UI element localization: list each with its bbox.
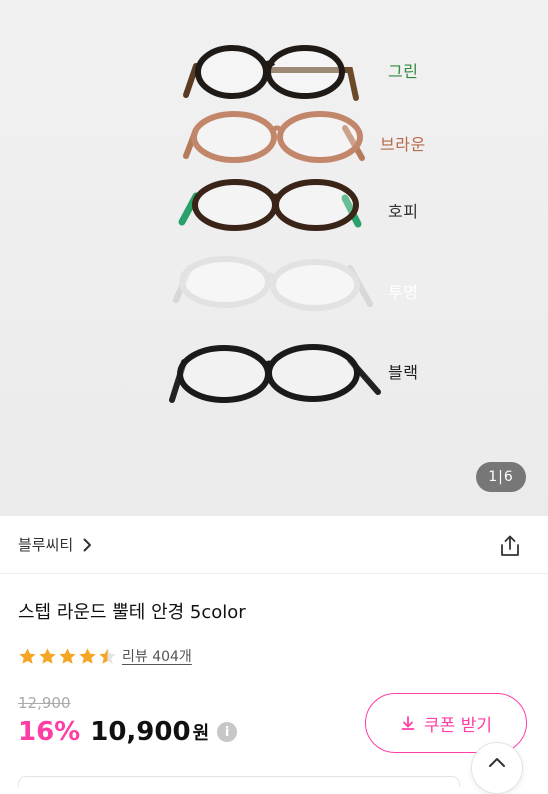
rating-row: 리뷰 404개 [18,646,192,666]
color-label-brown: 브라운 [380,135,426,154]
star-full-icon [19,647,36,664]
star-full-icon [59,647,76,664]
color-label-tortoise: 호피 [388,202,419,221]
original-price: 12,900 [18,694,71,712]
glasses-green [183,45,359,101]
glasses-clear [173,256,373,311]
star-rating [18,647,118,666]
carousel-page-indicator: 1|6 [476,462,526,492]
glasses-brown [183,111,365,163]
discount-rate: 16% [18,717,81,747]
coupon-label: 쿠폰 받기 [424,715,492,736]
info-icon[interactable]: i [217,722,238,742]
glasses-photo [169,45,381,403]
share-icon[interactable] [498,534,522,558]
product-image-carousel[interactable]: 그린 브라운 호피 투명 블랙 1|6 [0,0,548,516]
chevron-right-icon [83,538,92,551]
price-row: 16% 10,900 원 i [18,717,238,747]
download-icon [401,716,415,730]
star-full-icon [39,647,56,664]
bottom-panel-edge [18,776,460,787]
glasses-black [169,344,381,403]
review-count-link[interactable]: 리뷰 404개 [122,646,192,666]
scroll-to-top-button[interactable] [471,742,523,794]
currency-unit: 원 [192,723,210,744]
color-label-green: 그린 [388,62,419,81]
color-label-black: 블랙 [388,363,419,382]
color-label-clear: 투명 [388,283,419,302]
sale-price: 10,900 [90,717,191,747]
star-half-icon [99,647,116,664]
store-row: 블루씨티 [0,516,548,574]
chevron-up-icon [489,758,505,767]
product-title: 스텝 라운드 뿔테 안경 5color [18,602,246,623]
star-full-icon [79,647,96,664]
glasses-tortoise [178,179,362,231]
store-link[interactable]: 블루씨티 [18,534,92,555]
store-name: 블루씨티 [18,536,74,554]
